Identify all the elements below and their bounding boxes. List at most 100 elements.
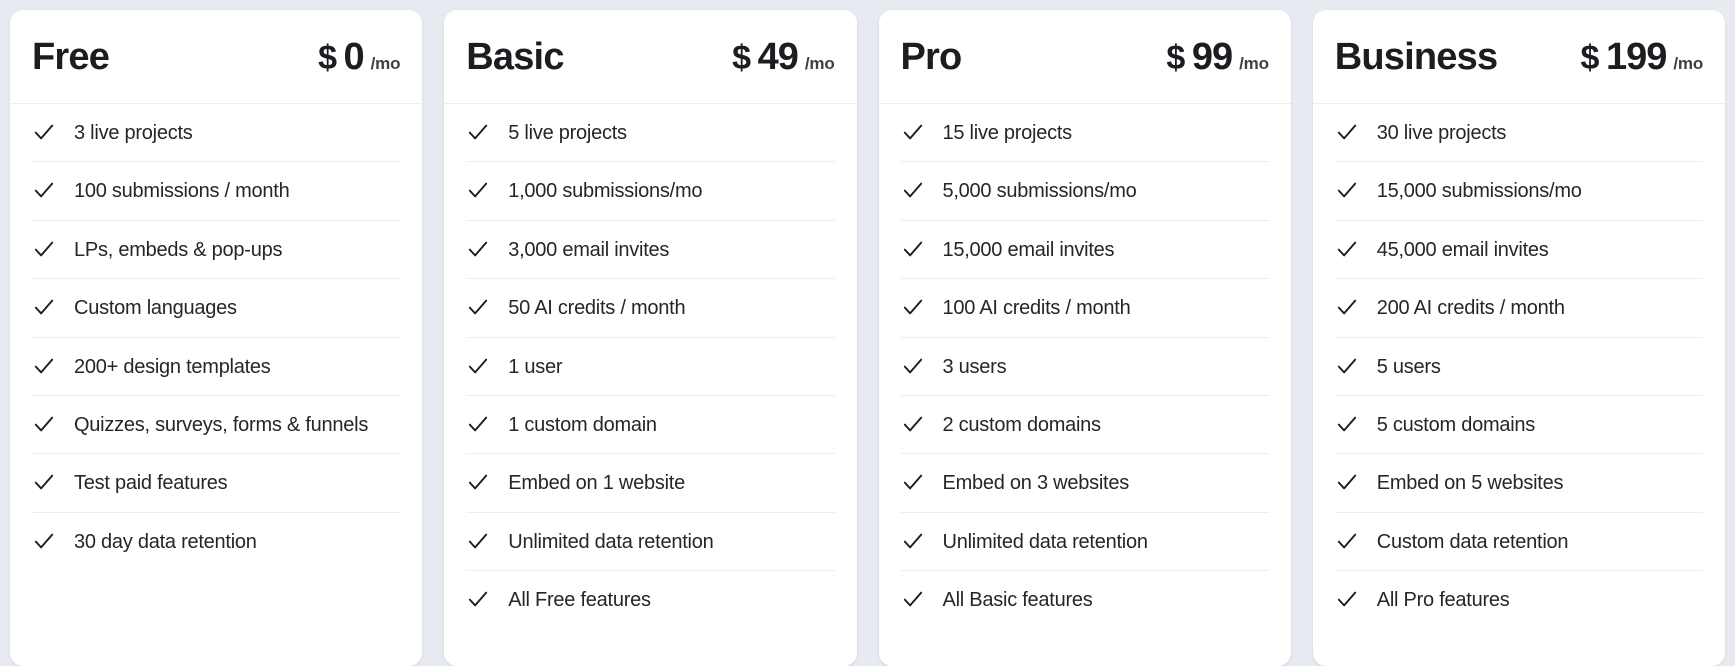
check-icon — [32, 470, 56, 494]
plan-feature-text: 3 users — [942, 355, 1007, 378]
check-icon — [32, 529, 56, 553]
plan-feature-item: 30 day data retention — [32, 513, 400, 570]
plan-feature-item: 3 live projects — [32, 104, 401, 163]
plan-feature-list: 15 live projects 5,000 submissions/mo 15… — [879, 104, 1291, 666]
check-icon — [466, 237, 490, 261]
plan-price-amount: 49 — [757, 36, 799, 78]
plan-card-free[interactable]: Free $ 0 /mo 3 live projects 100 submiss… — [10, 10, 423, 666]
check-icon — [32, 237, 56, 261]
check-icon — [901, 529, 925, 553]
check-icon — [466, 529, 490, 553]
plan-feature-list: 30 live projects 15,000 submissions/mo 4… — [1313, 104, 1725, 666]
plan-billing-period: /mo — [1673, 54, 1703, 73]
check-icon — [901, 120, 925, 144]
plan-feature-text: 5 live projects — [508, 122, 627, 144]
plan-feature-text: LPs, embeds & pop-ups — [74, 238, 283, 261]
plan-feature-item: 45,000 email invites — [1334, 221, 1703, 280]
plan-feature-text: 100 submissions / month — [74, 180, 290, 203]
plan-feature-item: Quizzes, surveys, forms & funnels — [32, 396, 401, 455]
plan-feature-item: 200 AI credits / month — [1334, 279, 1703, 338]
check-icon — [32, 178, 56, 202]
check-icon — [901, 295, 925, 319]
plan-feature-item: 3 users — [900, 338, 1269, 396]
plan-feature-text: Unlimited data retention — [942, 530, 1148, 553]
plan-feature-text: Embed on 3 websites — [942, 472, 1130, 495]
check-icon — [466, 470, 490, 494]
plan-feature-text: Custom data retention — [1376, 530, 1569, 553]
plan-feature-item: 1 custom domain — [466, 396, 835, 455]
check-icon — [1335, 295, 1359, 319]
plan-feature-item: 5 users — [1334, 338, 1703, 396]
plan-feature-item: 2 custom domains — [900, 396, 1269, 455]
check-icon — [1335, 354, 1359, 378]
check-icon — [32, 354, 56, 378]
plan-feature-item: Unlimited data retention — [466, 513, 835, 572]
check-icon — [466, 178, 490, 202]
plan-feature-item: 30 live projects — [1334, 104, 1703, 163]
check-icon — [1335, 587, 1359, 611]
plan-feature-text: 1,000 submissions/mo — [508, 180, 703, 203]
plan-feature-item: 50 AI credits / month — [466, 279, 835, 338]
plan-feature-item: Embed on 5 websites — [1334, 454, 1703, 513]
plan-feature-text: 200 AI credits / month — [1376, 297, 1565, 320]
check-icon — [466, 354, 490, 378]
check-icon — [466, 120, 490, 144]
plan-feature-text: Test paid features — [74, 472, 228, 495]
plan-header: Pro $ 99 /mo — [878, 10, 1291, 104]
plan-feature-item: All Pro features — [1335, 571, 1703, 628]
check-icon — [1335, 237, 1359, 261]
plan-feature-item: Custom data retention — [1334, 513, 1703, 572]
plan-feature-text: 30 day data retention — [74, 530, 257, 553]
plan-billing-period: /mo — [1239, 54, 1269, 73]
plan-feature-item: Unlimited data retention — [900, 513, 1269, 572]
plan-name: Basic — [466, 36, 564, 78]
plan-card-pro[interactable]: Pro $ 99 /mo 15 live projects 5,000 subm… — [878, 10, 1291, 666]
plan-feature-item: 15,000 email invites — [900, 221, 1269, 280]
plan-card-business[interactable]: Business $ 199 /mo 30 live projects 15,0… — [1312, 10, 1725, 666]
check-icon — [466, 412, 490, 436]
plan-name: Pro — [900, 36, 963, 78]
plan-feature-text: 100 AI credits / month — [942, 297, 1131, 320]
check-icon — [901, 587, 925, 611]
plan-name: Free — [32, 36, 110, 78]
check-icon — [901, 178, 925, 202]
plan-feature-item: All Free features — [466, 571, 834, 628]
plan-price: $ 49 /mo — [732, 36, 835, 79]
plan-feature-item: 5 custom domains — [1334, 396, 1703, 455]
check-icon — [1335, 470, 1359, 494]
plan-price-amount: 0 — [343, 36, 364, 78]
check-icon — [901, 237, 925, 261]
plan-feature-text: Embed on 1 website — [508, 472, 685, 495]
plan-feature-text: 30 live projects — [1376, 122, 1507, 144]
plan-feature-text: 15,000 submissions/mo — [1376, 180, 1582, 203]
plan-feature-text: All Basic features — [942, 589, 1093, 612]
plan-billing-period: /mo — [804, 54, 835, 73]
plan-feature-text: All Free features — [508, 589, 651, 612]
plan-card-basic[interactable]: Basic $ 49 /mo 5 live projects 1,000 sub… — [444, 10, 857, 666]
check-icon — [1335, 529, 1359, 553]
plan-feature-text: All Pro features — [1376, 589, 1510, 612]
plan-price: $ 99 /mo — [1166, 36, 1269, 79]
plan-billing-period: /mo — [370, 54, 401, 73]
plan-header: Business $ 199 /mo — [1312, 10, 1725, 104]
plan-feature-text: 3 live projects — [74, 122, 193, 144]
plan-feature-item: 1 user — [466, 338, 835, 396]
plan-feature-list: 5 live projects 1,000 submissions/mo 3,0… — [444, 104, 856, 666]
plan-feature-text: 3,000 email invites — [508, 238, 670, 261]
plan-feature-text: 5,000 submissions/mo — [942, 180, 1137, 203]
plan-currency-symbol: $ — [318, 39, 337, 77]
plan-feature-item: 100 AI credits / month — [900, 279, 1269, 338]
plan-price-amount: 199 — [1605, 36, 1667, 78]
check-icon — [901, 412, 925, 436]
check-icon — [1335, 412, 1359, 436]
plan-feature-text: 1 user — [508, 355, 563, 378]
plan-currency-symbol: $ — [1580, 39, 1600, 77]
plan-feature-text: 15 live projects — [942, 122, 1073, 144]
plan-header: Basic $ 49 /mo — [444, 10, 857, 104]
check-icon — [901, 354, 925, 378]
plan-feature-text: 2 custom domains — [942, 413, 1102, 436]
plan-feature-item: LPs, embeds & pop-ups — [32, 221, 401, 280]
plan-feature-item: 200+ design templates — [32, 338, 401, 396]
plan-feature-text: Embed on 5 websites — [1376, 472, 1564, 495]
check-icon — [32, 412, 56, 436]
